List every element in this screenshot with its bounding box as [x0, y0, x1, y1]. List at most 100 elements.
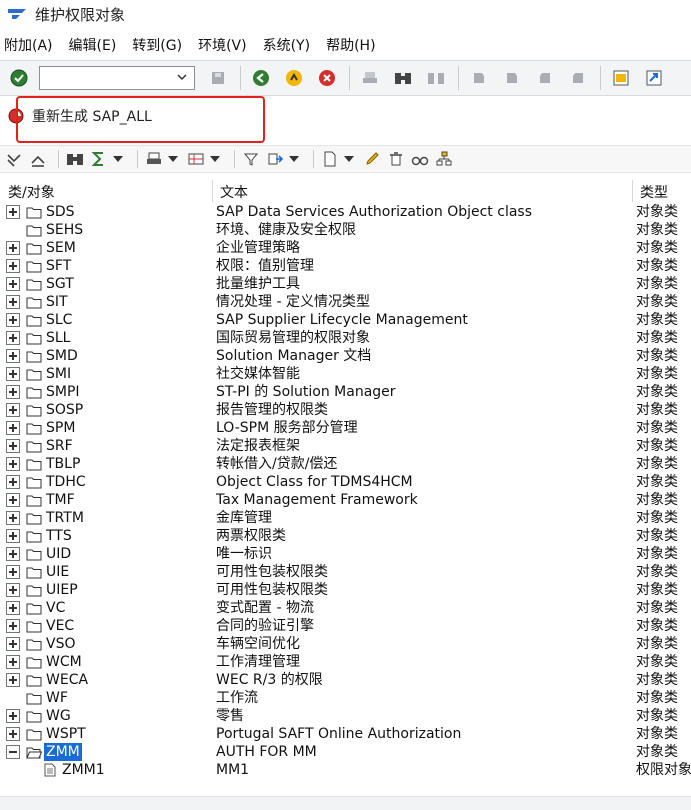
create-button[interactable]: [320, 149, 340, 169]
print-dropdown[interactable]: [168, 149, 178, 169]
tree-row[interactable]: SGT 批量维护工具 对象类: [0, 275, 691, 293]
tree-object-name[interactable]: VEC: [46, 617, 74, 635]
where-used-button[interactable]: [434, 149, 454, 169]
tree-object-name[interactable]: TBLP: [46, 455, 80, 473]
expand-node-icon[interactable]: [6, 511, 20, 525]
expand-node-icon[interactable]: [6, 277, 20, 291]
tree-object-name[interactable]: VSO: [46, 635, 75, 653]
tree-row[interactable]: SDS SAP Data Services Authorization Objec…: [0, 203, 691, 221]
expand-node-icon[interactable]: [6, 367, 20, 381]
tree-row[interactable]: TTS 两票权限类 对象类: [0, 527, 691, 545]
tree-object-name[interactable]: SPM: [46, 419, 75, 437]
tree-row[interactable]: WSPT Portugal SAFT Online Authorization 对象…: [0, 725, 691, 743]
tree-print-button[interactable]: [144, 149, 164, 169]
tree-object-name[interactable]: TTS: [46, 527, 72, 545]
column-header-object[interactable]: 类/对象: [8, 182, 55, 202]
shortcut-button[interactable]: [641, 65, 667, 91]
column-header-text[interactable]: 文本: [220, 182, 248, 202]
filter-button[interactable]: [241, 149, 261, 169]
column-resize-handle[interactable]: [632, 180, 633, 202]
enter-button[interactable]: [6, 65, 32, 91]
tree-object-name[interactable]: UIE: [46, 563, 69, 581]
menu-environment[interactable]: 环境(V): [198, 35, 247, 55]
expand-node-icon[interactable]: [6, 349, 20, 363]
collapse-node-icon[interactable]: [6, 745, 20, 759]
tree-object-name[interactable]: SLL: [46, 329, 71, 347]
exit-button[interactable]: [281, 65, 307, 91]
tree-row[interactable]: VEC 合同的验证引擎 对象类: [0, 617, 691, 635]
expand-node-icon[interactable]: [6, 709, 20, 723]
expand-node-icon[interactable]: [6, 601, 20, 615]
tree-row[interactable]: WECA WEC R/3 的权限 对象类: [0, 671, 691, 689]
tree-object-name[interactable]: ZMM: [44, 743, 82, 761]
expand-node-icon[interactable]: [6, 637, 20, 651]
tree-find-button[interactable]: [65, 149, 85, 169]
tree-row[interactable]: SPM LO-SPM 服务部分管理 对象类: [0, 419, 691, 437]
expand-node-icon[interactable]: [6, 493, 20, 507]
tree-row[interactable]: TBLP 转帐借入/贷款/偿还 对象类: [0, 455, 691, 473]
expand-node-icon[interactable]: [6, 295, 20, 309]
save-button[interactable]: [205, 65, 231, 91]
expand-node-icon[interactable]: [6, 421, 20, 435]
tree-row[interactable]: SMI 社交媒体智能 对象类: [0, 365, 691, 383]
tree-child-object-name[interactable]: ZMM1: [62, 761, 105, 779]
tree-object-name[interactable]: WSPT: [46, 725, 86, 743]
expand-node-icon[interactable]: [6, 619, 20, 633]
tree-object-name[interactable]: SRF: [46, 437, 73, 455]
tree-object-name[interactable]: SLC: [46, 311, 72, 329]
tree-row[interactable]: SMPI ST-PI 的 Solution Manager 对象类: [0, 383, 691, 401]
menu-system[interactable]: 系统(Y): [263, 35, 310, 55]
tree-object-name[interactable]: WCM: [46, 653, 82, 671]
tree-row[interactable]: SIT 情况处理 - 定义情况类型 对象类: [0, 293, 691, 311]
tree-child-row[interactable]: ZMM1 MM1 权限对象: [0, 761, 691, 779]
expand-node-icon[interactable]: [6, 655, 20, 669]
expand-node-icon[interactable]: [6, 475, 20, 489]
tree-object-name[interactable]: TMF: [46, 491, 75, 509]
layout-dropdown[interactable]: [210, 149, 220, 169]
collapse-all-button[interactable]: [28, 149, 48, 169]
tree-object-name[interactable]: UIEP: [46, 581, 78, 599]
tree-row[interactable]: UIEP 可用性包装权限类 对象类: [0, 581, 691, 599]
new-session-button[interactable]: [608, 65, 634, 91]
tree-object-name[interactable]: SFT: [46, 257, 71, 275]
tree-row[interactable]: TDHC Object Class for TDMS4HCM 对象类: [0, 473, 691, 491]
expand-node-icon[interactable]: [6, 583, 20, 597]
tree-row[interactable]: SEM 企业管理策略 对象类: [0, 239, 691, 257]
column-header-type[interactable]: 类型: [640, 182, 668, 202]
expand-node-icon[interactable]: [6, 727, 20, 741]
tree-object-name[interactable]: SGT: [46, 275, 74, 293]
create-dropdown[interactable]: [344, 149, 354, 169]
command-field[interactable]: [39, 66, 195, 90]
expand-all-button[interactable]: [4, 149, 24, 169]
expand-node-icon[interactable]: [6, 457, 20, 471]
tree-row[interactable]: SFT 权限：值别管理 对象类: [0, 257, 691, 275]
layout-button[interactable]: [186, 149, 206, 169]
tree-object-name[interactable]: UID: [46, 545, 71, 563]
chevron-down-icon[interactable]: [176, 71, 188, 83]
transfer-button[interactable]: [265, 149, 285, 169]
delete-button[interactable]: [386, 149, 406, 169]
tree-object-name[interactable]: WF: [46, 689, 68, 707]
menu-extras[interactable]: 附加(A): [4, 35, 53, 55]
tree-object-name[interactable]: TDHC: [46, 473, 86, 491]
find-next-button[interactable]: [423, 65, 449, 91]
tree-object-name[interactable]: SIT: [46, 293, 68, 311]
tree-object-name[interactable]: SMI: [46, 365, 71, 383]
transfer-dropdown[interactable]: [289, 149, 299, 169]
regenerate-sap-all-button[interactable]: 重新生成 SAP_ALL: [8, 105, 152, 127]
tree-row[interactable]: SEHS 环境、健康及安全权限 对象类: [0, 221, 691, 239]
tree-row[interactable]: TRTM 金库管理 对象类: [0, 509, 691, 527]
expand-node-icon[interactable]: [6, 241, 20, 255]
expand-node-icon[interactable]: [6, 331, 20, 345]
tree-object-name[interactable]: SMD: [46, 347, 78, 365]
tree-object-name[interactable]: WG: [46, 707, 71, 725]
tree-row[interactable]: SLC SAP Supplier Lifecycle Management 对象类: [0, 311, 691, 329]
next-page-button[interactable]: [532, 65, 558, 91]
print-button[interactable]: [357, 65, 383, 91]
tree-object-name[interactable]: TRTM: [46, 509, 84, 527]
tree-row[interactable]: UID 唯一标识 对象类: [0, 545, 691, 563]
tree-row[interactable]: UIE 可用性包装权限类 对象类: [0, 563, 691, 581]
tree-row[interactable]: VC 变式配置 - 物流 对象类: [0, 599, 691, 617]
tree-row[interactable]: SOSP 报告管理的权限类 对象类: [0, 401, 691, 419]
tree-object-name[interactable]: SEHS: [46, 221, 83, 239]
